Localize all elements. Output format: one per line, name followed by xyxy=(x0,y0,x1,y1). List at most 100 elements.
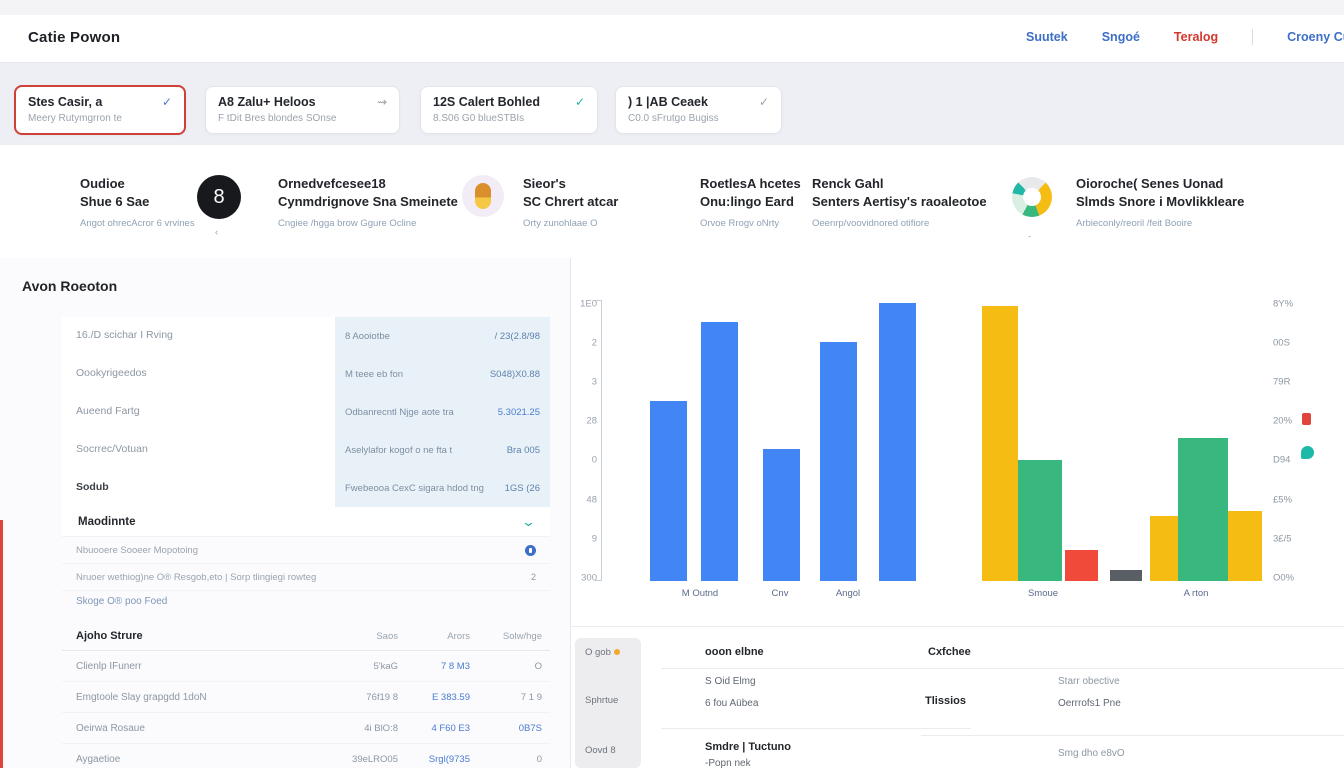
feature-item-6[interactable]: Oioroche( Senes UonadSlmds Snore i Movli… xyxy=(1076,175,1244,229)
bar xyxy=(1178,438,1228,581)
col-header-1: Saos xyxy=(326,631,398,642)
kv-label: Socrrec/Votuan xyxy=(76,443,148,455)
x-axis-label: A rton xyxy=(1184,588,1209,599)
kv-value: 5.3021.25 xyxy=(498,407,540,418)
stat-card-title: ) 1 |AB Ceaek xyxy=(628,95,708,109)
y-tick-right: 00S xyxy=(1273,338,1290,349)
link-label: Nbuooere Sooeer Mopotoing xyxy=(76,545,198,556)
feature-subtitle: Angot ohrecAcror 6 vrvines xyxy=(80,218,195,229)
kv-value: 1GS (26 xyxy=(505,483,540,494)
kv-row: Aueend Fartg Odbanrecntl Njge aote tra5.… xyxy=(62,393,550,432)
x-axis-label: Cnv xyxy=(772,588,789,599)
nav-link-1[interactable]: Suutek xyxy=(1026,30,1068,44)
feature-title-2: Onu:lingo Eard xyxy=(700,194,794,209)
feature-title: Oioroche( Senes Uonad xyxy=(1076,176,1223,191)
check-icon: ✓ xyxy=(575,96,585,108)
x-axis-label: Angol xyxy=(836,588,860,599)
kv-cell[interactable]: Aselylafor kogof o ne fta tBra 005 xyxy=(335,431,550,469)
stat-card-1[interactable]: Stes Casir, a ✓ Meery Rutymgrron te xyxy=(14,85,186,135)
bar xyxy=(763,449,800,581)
side-item-label: Oovd 8 xyxy=(585,745,616,756)
row-value-link[interactable]: Srgl(9735 xyxy=(398,754,470,765)
row-value-link[interactable]: 4 F60 E3 xyxy=(398,723,470,734)
divider xyxy=(921,668,1344,669)
stat-card-2[interactable]: A8 Zalu+ Heloos ⇝ F tDit Bres blondes SO… xyxy=(205,86,400,134)
bar xyxy=(1110,570,1142,581)
side-item-label: Sphrtue xyxy=(585,695,618,706)
kv-label: 16./D scichar I Rving xyxy=(76,329,173,341)
top-nav: Suutek Sngoé Teralog Croeny Cuo xyxy=(1026,29,1344,45)
bottom-left-table: Ajoho Strure Saos Arors Solw/hge Clienlp… xyxy=(62,622,550,768)
feature-item-5[interactable]: Renck GahlSenters Aertisy's raoaleotoe O… xyxy=(812,175,987,229)
dashboard-page: Catie Powon Suutek Sngoé Teralog Croeny … xyxy=(0,0,1344,768)
y-tick-right: 20% xyxy=(1273,416,1292,427)
legend-square-icon xyxy=(1302,413,1311,425)
y-tick-right: D94 xyxy=(1273,455,1290,466)
caret-icon: ‹ xyxy=(215,227,218,237)
link-label: Nruoer wethiog)ne O® Resgob,eto | Sorp t… xyxy=(76,572,316,583)
kv-value: S048)X0.88 xyxy=(490,369,540,380)
features-row: OudioeShue 6 Sae Angot ohrecAcror 6 vrvi… xyxy=(0,145,1344,259)
share-icon: ⇝ xyxy=(377,96,387,108)
stat-card-subtitle: Meery Rutymgrron te xyxy=(28,113,172,124)
red-accent-bar xyxy=(0,520,3,768)
trailing-count: 2 xyxy=(531,572,536,582)
row-value-link[interactable]: 7 8 M3 xyxy=(398,661,470,672)
stat-card-title: 12S Calert Bohled xyxy=(433,95,540,109)
stat-card-4[interactable]: ) 1 |AB Ceaek ✓ C0.0 sFrutgo Bugiss xyxy=(615,86,782,134)
bar-plot xyxy=(571,300,1344,581)
bar xyxy=(701,322,738,581)
feature-title-2: Cynmdrignove Sna Smeinete xyxy=(278,194,458,209)
feature-item-1[interactable]: OudioeShue 6 Sae Angot ohrecAcror 6 vrvi… xyxy=(80,175,195,229)
row-value-link[interactable]: E 383.59 xyxy=(398,692,470,703)
side-item-2[interactable]: Sphrtue xyxy=(585,695,618,706)
footer-link[interactable]: Skoge O® poo Foed xyxy=(76,596,167,607)
feature-item-3[interactable]: Sieor'sSC Chrert atcar Orty zunohlaae O xyxy=(523,175,618,229)
table-row: Emgtoole Slay grapgdd 1doN 76f19 8 E 383… xyxy=(62,682,550,713)
kv-cell[interactable]: Fwebeooa CexC sigara hdod tng1GS (26 xyxy=(335,469,550,507)
kv-cell[interactable]: Odbanrecntl Njge aote tra5.3021.25 xyxy=(335,393,550,431)
kv-cell[interactable]: M teee eb fonS048)X0.88 xyxy=(335,355,550,393)
avatar-icon xyxy=(462,175,504,217)
y-tick-left: 9 xyxy=(577,533,597,544)
feature-title: Oudioe xyxy=(80,176,125,191)
feature-subtitle: Arbieconly/reoril /feit Booire xyxy=(1076,218,1244,229)
stat-card-3[interactable]: 12S Calert Bohled ✓ 8.S06 G0 blueSTBIs xyxy=(420,86,598,134)
kv-value: / 23(2.8/98 xyxy=(495,331,540,342)
left-panel: Avon Roeoton 16./D scichar I Rving 8 Aoo… xyxy=(0,258,571,768)
row-label: Clienlp IFunerr xyxy=(62,661,326,672)
stat-card-subtitle: 8.S06 G0 blueSTBIs xyxy=(433,113,585,124)
nav-link-2[interactable]: Sngoé xyxy=(1102,30,1140,44)
nav-link-3[interactable]: Teralog xyxy=(1174,30,1218,44)
row-label: Aygaetioe xyxy=(62,754,326,765)
feature-item-2[interactable]: Ornedvefcesee18 Cynmdrignove Sna Smeinete… xyxy=(278,175,458,229)
y-tick-left: 0 xyxy=(577,455,597,466)
nav-link-4[interactable]: Croeny Cuo xyxy=(1287,30,1344,44)
bottom-middle-title-2: Smdre | Tuctuno xyxy=(705,741,791,753)
x-axis-label: M Outnd xyxy=(682,588,718,599)
kv-cell[interactable]: 8 Aooiotbe / 23(2.8/98 xyxy=(335,317,550,355)
feature-title: Ornedvefcesee18 xyxy=(278,176,386,191)
bar xyxy=(650,401,687,581)
feature-item-4[interactable]: RoetlesA hcetesOnu:lingo Eard Orvoe Rrog… xyxy=(700,175,801,229)
chevron-down-icon[interactable]: ⌄ xyxy=(521,514,536,530)
kv-field: 8 Aooiotbe xyxy=(345,331,390,342)
row-value-link[interactable]: 0B7S xyxy=(470,723,542,734)
status-dot-icon xyxy=(614,649,620,655)
link-row-1[interactable]: Nbuooere Sooeer Mopotoing xyxy=(62,537,550,564)
kv-label: Sodub xyxy=(76,481,109,493)
link-row-2[interactable]: Nruoer wethiog)ne O® Resgob,eto | Sorp t… xyxy=(62,564,550,591)
side-item-1[interactable]: O gob xyxy=(585,647,620,658)
bar-chart: 1E0232804893008Y%00S79R20%D94£5%3£/5O0%M… xyxy=(571,258,1344,630)
feature-subtitle: Orty zunohlaae O xyxy=(523,218,618,229)
chart-panel: 1E0232804893008Y%00S79R20%D94£5%3£/5O0%M… xyxy=(571,258,1344,768)
bar xyxy=(982,306,1018,581)
info-icon[interactable] xyxy=(525,545,536,556)
caret-icon: ‐ xyxy=(1028,231,1031,241)
y-tick-right: 79R xyxy=(1273,377,1290,388)
col-header-2: Arors xyxy=(398,631,470,642)
section-row-maodinnte[interactable]: Maodinnte ⌄ xyxy=(62,507,550,537)
feature-subtitle: Cngiee /hgga brow Ggure Ocline xyxy=(278,218,458,229)
side-item-3[interactable]: Oovd 8 xyxy=(585,745,616,756)
avatar-figure xyxy=(475,183,491,209)
